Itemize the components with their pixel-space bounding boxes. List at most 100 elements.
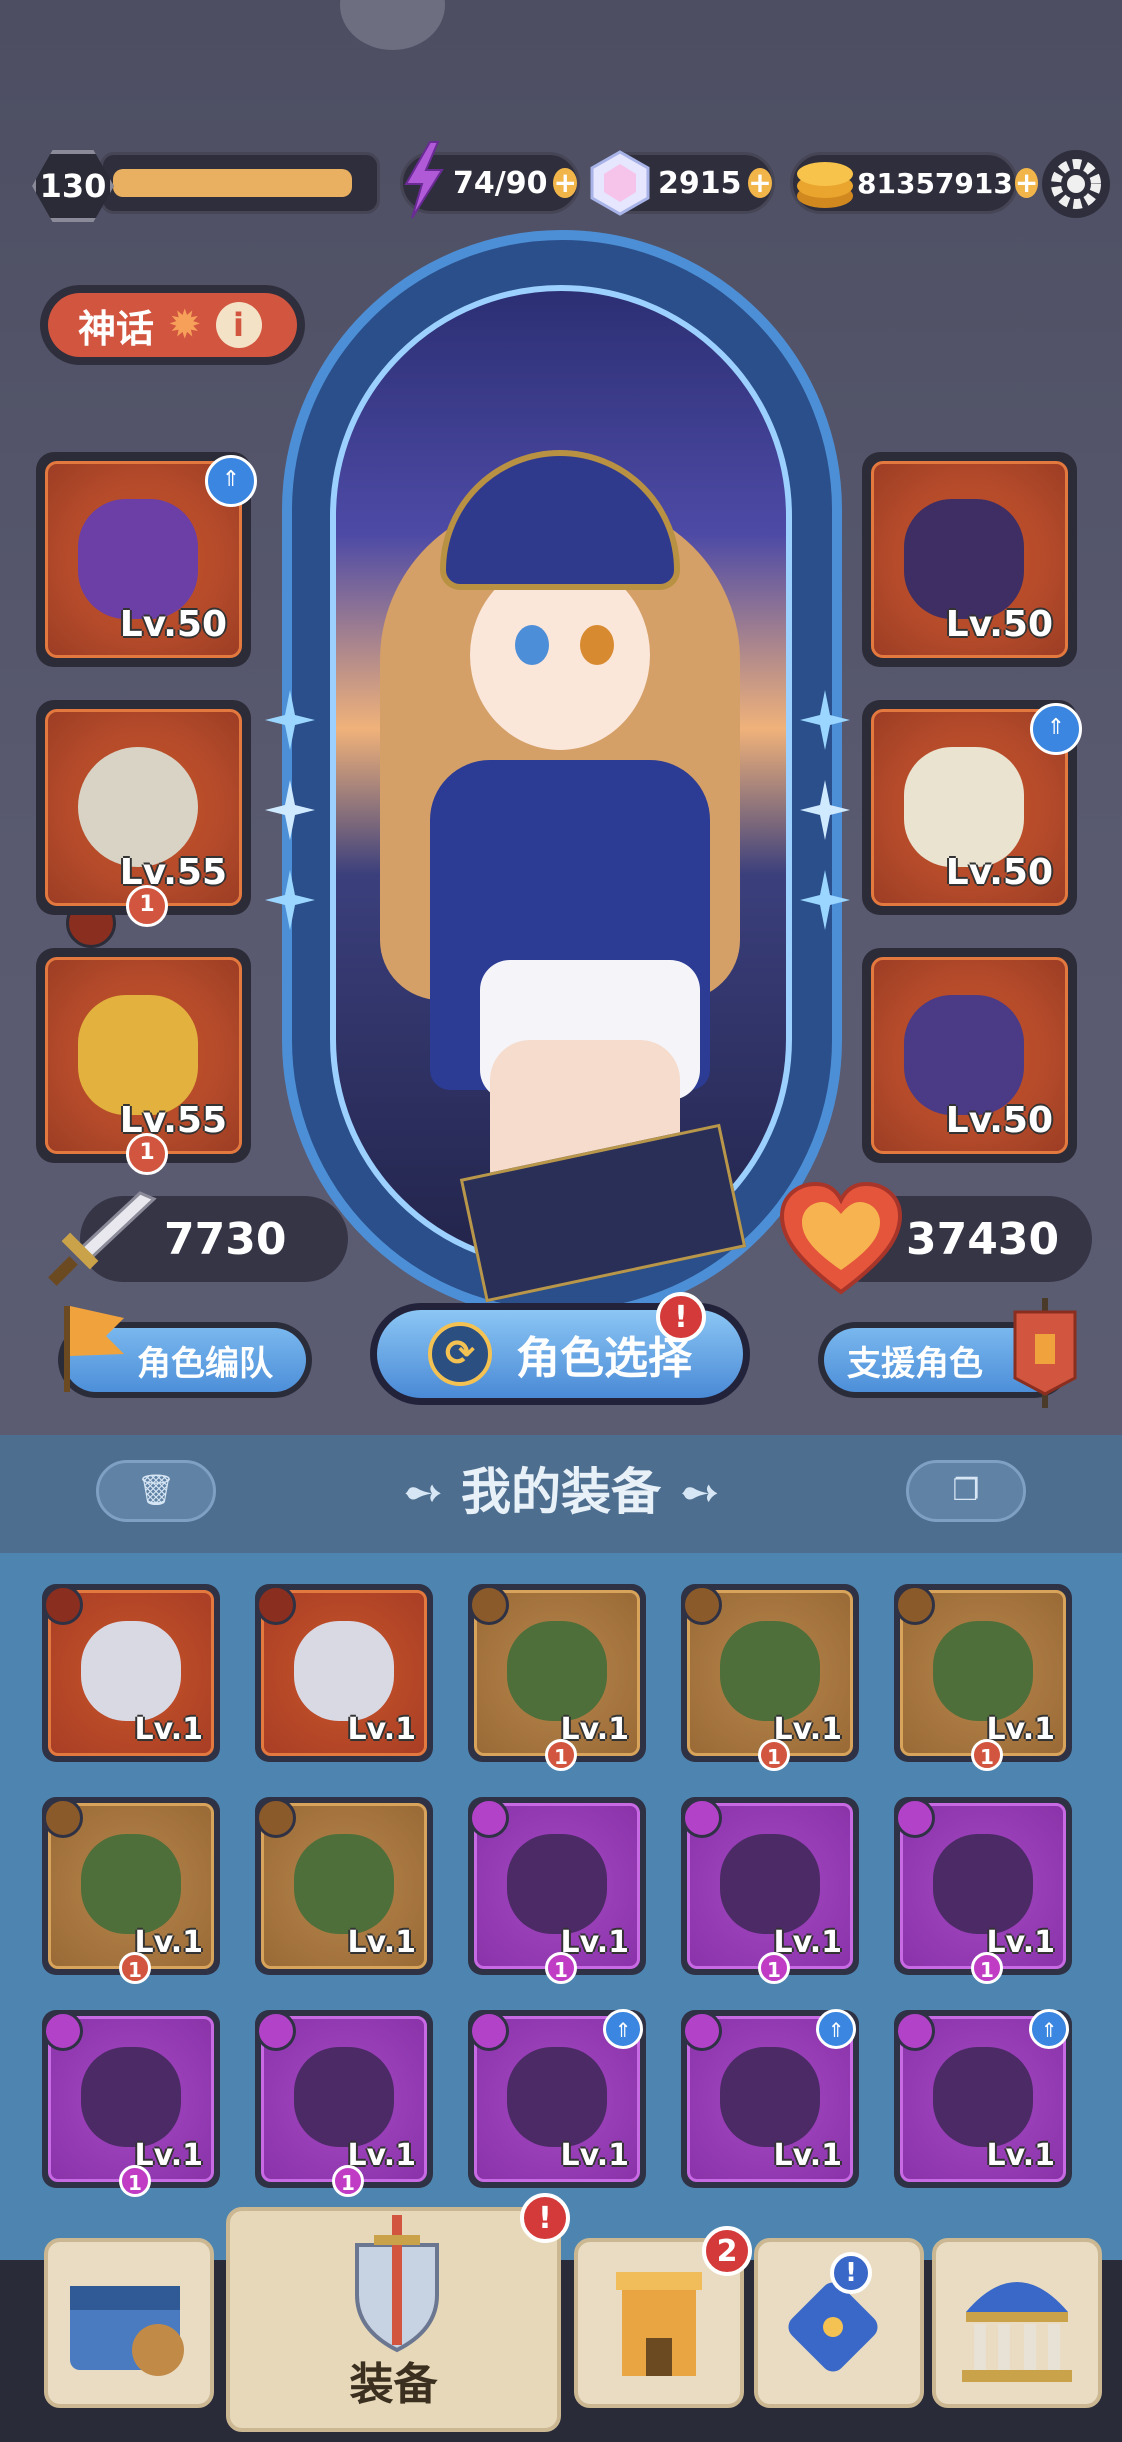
item-type-icon xyxy=(43,1798,83,1838)
equipped-slot-bracer[interactable]: Lv.55 xyxy=(36,948,251,1163)
sword-icon xyxy=(48,1191,157,1286)
item-level: Lv.1 xyxy=(134,1712,204,1747)
item-type-icon xyxy=(682,1798,722,1838)
item-type-icon xyxy=(469,1585,509,1625)
boots-icon xyxy=(904,995,1024,1115)
diamond-icon xyxy=(590,150,650,216)
boots-icon xyxy=(294,1834,394,1934)
item-type-icon xyxy=(895,1798,935,1838)
energy-value: 74/90 xyxy=(453,165,548,201)
upgrade-arrow-icon: ⇑ xyxy=(816,2009,856,2049)
inventory-title: ➻ 我的装备 ➻ xyxy=(0,1452,1122,1524)
settings-gear-icon[interactable] xyxy=(1040,148,1112,220)
ring-icon xyxy=(78,747,198,867)
gold-value: 81357913 xyxy=(857,166,1013,200)
sword-icon xyxy=(81,1621,181,1721)
count-badge: 1 xyxy=(126,885,168,927)
rarity-badge[interactable]: 神话 ✹ i xyxy=(40,285,305,365)
flag-icon xyxy=(64,1306,124,1392)
gems-value: 2915 xyxy=(658,165,742,201)
xp-bar xyxy=(100,152,380,214)
inventory-item[interactable]: Lv.1 1 xyxy=(42,1797,220,1984)
item-type-icon xyxy=(256,2011,296,2051)
item-count-badge: 1 xyxy=(545,1952,577,1984)
nav-hall-button[interactable] xyxy=(932,2238,1102,2408)
inventory-item[interactable]: Lv.1 1 xyxy=(255,2010,433,2197)
inventory-title-text: 我的装备 xyxy=(461,1463,661,1521)
item-type-icon xyxy=(256,1798,296,1838)
ring-icon xyxy=(720,2047,820,2147)
item-count-badge: 1 xyxy=(332,2165,364,2197)
boots-icon xyxy=(294,2047,394,2147)
temple-icon xyxy=(962,2282,1072,2382)
lightning-icon xyxy=(404,141,444,219)
ring-icon xyxy=(507,2047,607,2147)
inventory-item[interactable]: Lv.1 xyxy=(255,1584,433,1762)
info-icon[interactable]: i xyxy=(215,302,262,348)
inventory-item[interactable]: Lv.1 ⇑ xyxy=(681,2009,859,2188)
boots-icon xyxy=(933,1621,1033,1721)
item-level: Lv.1 xyxy=(986,2138,1056,2173)
armor-icon xyxy=(904,747,1024,867)
item-type-icon xyxy=(895,1585,935,1625)
upgrade-arrow-icon: ⇑ xyxy=(603,2009,643,2049)
sparkle-icon: ✹ xyxy=(168,302,202,348)
item-count-badge: 1 xyxy=(971,1952,1003,1984)
slot-level: Lv.50 xyxy=(945,852,1053,893)
nav-shop-button[interactable] xyxy=(44,2238,214,2408)
item-type-icon xyxy=(256,1585,296,1625)
team-formation-label: 角色编队 xyxy=(137,1343,273,1384)
inventory-item[interactable]: Lv.1 1 xyxy=(894,1797,1072,1984)
item-type-icon xyxy=(682,2011,722,2051)
item-count-badge: 1 xyxy=(545,1739,577,1771)
rarity-label: 神话 xyxy=(78,306,155,351)
inventory-item[interactable]: Lv.1 1 xyxy=(894,1584,1072,1771)
alert-badge-icon: ! xyxy=(656,1292,706,1342)
item-count-badge: 1 xyxy=(119,2165,151,2197)
upgrade-arrow-icon: ⇑ xyxy=(1030,703,1082,755)
heart-icon xyxy=(779,1181,903,1295)
item-count-badge: 1 xyxy=(119,1952,151,1984)
shield-sword-icon xyxy=(355,2215,439,2353)
xp-bar-fill xyxy=(113,169,353,197)
item-count-badge: 1 xyxy=(971,1739,1003,1771)
inventory-item[interactable]: Lv.1 ⇑ xyxy=(894,2009,1072,2188)
upgrade-arrow-icon: ⇑ xyxy=(205,455,257,507)
helmet-icon xyxy=(904,499,1024,619)
character-eye-right xyxy=(580,625,614,665)
nav-dice-alert-icon: ! xyxy=(830,2252,872,2294)
inventory-item[interactable]: Lv.1 xyxy=(42,1584,220,1762)
inventory-item[interactable]: Lv.1 1 xyxy=(42,2010,220,2197)
nav-heroes-badge: 2 xyxy=(702,2226,752,2276)
item-type-icon xyxy=(682,1585,722,1625)
slot-level: Lv.50 xyxy=(945,1100,1053,1141)
boots-icon xyxy=(81,1834,181,1934)
item-count-badge: 1 xyxy=(758,1952,790,1984)
add-gold-icon[interactable]: + xyxy=(1014,168,1039,198)
sparkle-decoration-right xyxy=(800,690,850,930)
inventory-item[interactable]: Lv.1 1 xyxy=(468,1797,646,1984)
count-badge: 1 xyxy=(126,1133,168,1175)
armor-icon xyxy=(294,1621,394,1721)
item-level: Lv.1 xyxy=(560,2138,630,2173)
add-energy-icon[interactable]: + xyxy=(553,168,577,198)
refresh-icon: ⟳ xyxy=(428,1322,492,1386)
banner-icon xyxy=(1013,1298,1077,1408)
inventory-item[interactable]: Lv.1 1 xyxy=(681,1584,859,1771)
ring-icon xyxy=(933,2047,1033,2147)
equipped-slot-helmet[interactable]: Lv.50 xyxy=(862,452,1077,667)
inventory-item[interactable]: Lv.1 1 xyxy=(468,1584,646,1771)
item-type-icon xyxy=(469,1798,509,1838)
add-gems-icon[interactable]: + xyxy=(748,168,772,198)
item-count-badge: 1 xyxy=(758,1739,790,1771)
title-ornament-right-icon: ➻ xyxy=(661,1463,721,1521)
equipped-slot-boots[interactable]: Lv.50 xyxy=(862,948,1077,1163)
item-level: Lv.1 xyxy=(347,1712,417,1747)
title-ornament-left-icon: ➻ xyxy=(401,1463,461,1521)
hood-icon xyxy=(720,1621,820,1721)
inventory-item[interactable]: Lv.1 ⇑ xyxy=(468,2009,646,2188)
weapon-staff-icon xyxy=(78,499,198,619)
inventory-item[interactable]: Lv.1 xyxy=(255,1797,433,1975)
inventory-item[interactable]: Lv.1 1 xyxy=(681,1797,859,1984)
equipped-slot-ring[interactable]: Lv.55 xyxy=(36,700,251,915)
